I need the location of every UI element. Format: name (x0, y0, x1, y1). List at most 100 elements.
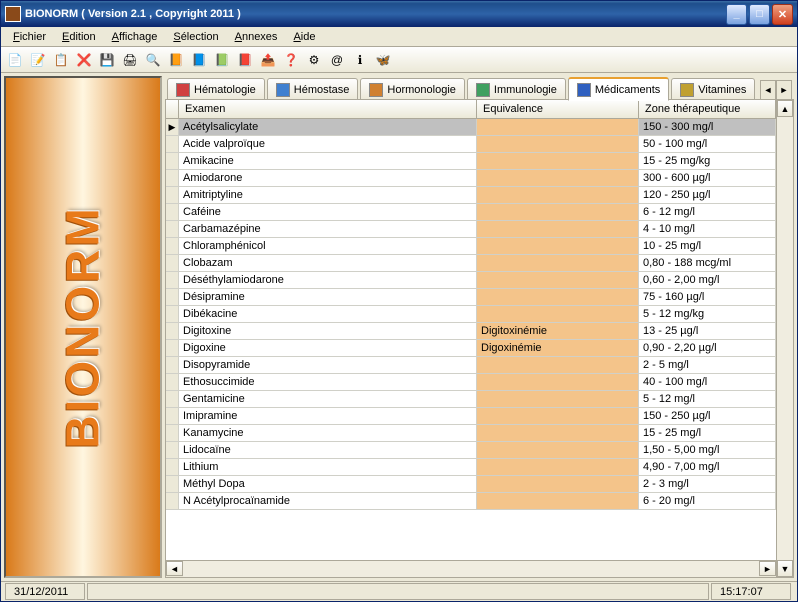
cell-equiv[interactable] (477, 459, 639, 475)
table-row[interactable]: Amiodarone300 - 600 µg/l (166, 170, 776, 187)
cell-exam[interactable]: N Acétylprocaïnamide (179, 493, 477, 509)
table-row[interactable]: Caféine 6 - 12 mg/l (166, 204, 776, 221)
scroll-right-button[interactable]: ► (759, 561, 776, 576)
tab-immunologie[interactable]: Immunologie (467, 78, 566, 100)
menu-sélection[interactable]: Sélection (165, 29, 226, 45)
tab-scroll-right[interactable]: ► (776, 80, 792, 100)
cell-zone[interactable]: 40 - 100 mg/l (639, 374, 776, 390)
menu-edition[interactable]: Edition (54, 29, 104, 45)
settings-icon[interactable]: ⚙ (304, 50, 324, 70)
cell-exam[interactable]: Carbamazépine (179, 221, 477, 237)
row-selector[interactable] (166, 187, 179, 203)
preview-icon[interactable]: 🔍 (143, 50, 163, 70)
cell-equiv[interactable] (477, 374, 639, 390)
menu-annexes[interactable]: Annexes (227, 29, 286, 45)
table-row[interactable]: Amitriptyline 120 - 250 µg/l (166, 187, 776, 204)
cell-zone[interactable]: 120 - 250 µg/l (639, 187, 776, 203)
delete-icon[interactable]: ❌ (74, 50, 94, 70)
row-selector[interactable] (166, 136, 179, 152)
info-icon[interactable]: ℹ (350, 50, 370, 70)
export-icon[interactable]: 📤 (258, 50, 278, 70)
cell-exam[interactable]: Kanamycine (179, 425, 477, 441)
cell-zone[interactable]: 1,50 - 5,00 mg/l (639, 442, 776, 458)
row-selector[interactable] (166, 221, 179, 237)
cell-exam[interactable]: Amitriptyline (179, 187, 477, 203)
table-row[interactable]: Acide valproïque50 - 100 mg/l (166, 136, 776, 153)
cell-exam[interactable]: Disopyramide (179, 357, 477, 373)
cell-exam[interactable]: Lidocaïne (179, 442, 477, 458)
row-selector[interactable] (166, 459, 179, 475)
cell-equiv[interactable] (477, 425, 639, 441)
cell-zone[interactable]: 6 - 12 mg/l (639, 204, 776, 220)
doc4-icon[interactable]: 📕 (235, 50, 255, 70)
row-selector[interactable] (166, 289, 179, 305)
cell-exam[interactable]: Acétylsalicylate (179, 119, 477, 135)
row-selector[interactable] (166, 306, 179, 322)
cell-exam[interactable]: Chloramphénicol (179, 238, 477, 254)
tab-hémostase[interactable]: Hémostase (267, 78, 359, 100)
table-row[interactable]: DigitoxineDigitoxinémie13 - 25 µg/l (166, 323, 776, 340)
table-row[interactable]: Désipramine75 - 160 µg/l (166, 289, 776, 306)
table-row[interactable]: Imipramine 150 - 250 µg/l (166, 408, 776, 425)
row-selector[interactable] (166, 340, 179, 356)
table-row[interactable]: Carbamazépine4 - 10 mg/l (166, 221, 776, 238)
column-header-exam[interactable]: Examen (179, 100, 477, 118)
cell-equiv[interactable] (477, 289, 639, 305)
hscroll-track[interactable] (183, 561, 759, 577)
cell-exam[interactable]: Déséthylamiodarone (179, 272, 477, 288)
cell-equiv[interactable] (477, 272, 639, 288)
menu-affichage[interactable]: Affichage (104, 29, 166, 45)
row-selector[interactable] (166, 255, 179, 271)
cell-exam[interactable]: Digoxine (179, 340, 477, 356)
row-selector[interactable]: ▶ (166, 119, 179, 135)
cell-zone[interactable]: 0,90 - 2,20 µg/l (639, 340, 776, 356)
scroll-down-button[interactable]: ▼ (777, 560, 793, 577)
row-selector[interactable] (166, 374, 179, 390)
cell-exam[interactable]: Caféine (179, 204, 477, 220)
cell-zone[interactable]: 2 - 5 mg/l (639, 357, 776, 373)
mail-icon[interactable]: @ (327, 50, 347, 70)
row-selector[interactable] (166, 238, 179, 254)
cell-zone[interactable]: 75 - 160 µg/l (639, 289, 776, 305)
row-selector-header[interactable] (166, 100, 179, 118)
cell-zone[interactable]: 150 - 250 µg/l (639, 408, 776, 424)
table-row[interactable]: Lidocaïne 1,50 - 5,00 mg/l (166, 442, 776, 459)
cell-equiv[interactable] (477, 221, 639, 237)
table-row[interactable]: Ethosuccimide 40 - 100 mg/l (166, 374, 776, 391)
table-row[interactable]: DigoxineDigoxinémie0,90 - 2,20 µg/l (166, 340, 776, 357)
cell-equiv[interactable] (477, 153, 639, 169)
cell-zone[interactable]: 5 - 12 mg/kg (639, 306, 776, 322)
cell-exam[interactable]: Dibékacine (179, 306, 477, 322)
row-selector[interactable] (166, 357, 179, 373)
table-row[interactable]: Amikacine15 - 25 mg/kg (166, 153, 776, 170)
cell-equiv[interactable]: Digitoxinémie (477, 323, 639, 339)
scroll-left-button[interactable]: ◄ (166, 561, 183, 576)
tab-vitamines[interactable]: Vitamines (671, 78, 755, 100)
cell-exam[interactable]: Ethosuccimide (179, 374, 477, 390)
cell-zone[interactable]: 4,90 - 7,00 mg/l (639, 459, 776, 475)
cell-equiv[interactable] (477, 357, 639, 373)
vertical-scrollbar[interactable]: ▲ ▼ (776, 100, 793, 577)
vscroll-track[interactable] (777, 117, 793, 560)
row-selector[interactable] (166, 153, 179, 169)
maximize-button[interactable]: □ (749, 4, 770, 25)
cell-zone[interactable]: 13 - 25 µg/l (639, 323, 776, 339)
doc2-icon[interactable]: 📘 (189, 50, 209, 70)
cell-equiv[interactable] (477, 170, 639, 186)
cell-equiv[interactable] (477, 136, 639, 152)
new-icon[interactable]: 📄 (5, 50, 25, 70)
cell-equiv[interactable] (477, 391, 639, 407)
table-row[interactable]: Gentamicine5 - 12 mg/l (166, 391, 776, 408)
table-row[interactable]: ▶Acétylsalicylate 150 - 300 mg/l (166, 119, 776, 136)
cell-equiv[interactable] (477, 187, 639, 203)
column-header-zone[interactable]: Zone thérapeutique (639, 100, 776, 118)
row-selector[interactable] (166, 204, 179, 220)
cell-zone[interactable]: 50 - 100 mg/l (639, 136, 776, 152)
cell-exam[interactable]: Imipramine (179, 408, 477, 424)
cell-equiv[interactable] (477, 238, 639, 254)
cell-zone[interactable]: 150 - 300 mg/l (639, 119, 776, 135)
cell-zone[interactable]: 2 - 3 mg/l (639, 476, 776, 492)
tab-médicaments[interactable]: Médicaments (568, 77, 669, 101)
row-selector[interactable] (166, 170, 179, 186)
table-row[interactable]: Chloramphénicol10 - 25 mg/l (166, 238, 776, 255)
